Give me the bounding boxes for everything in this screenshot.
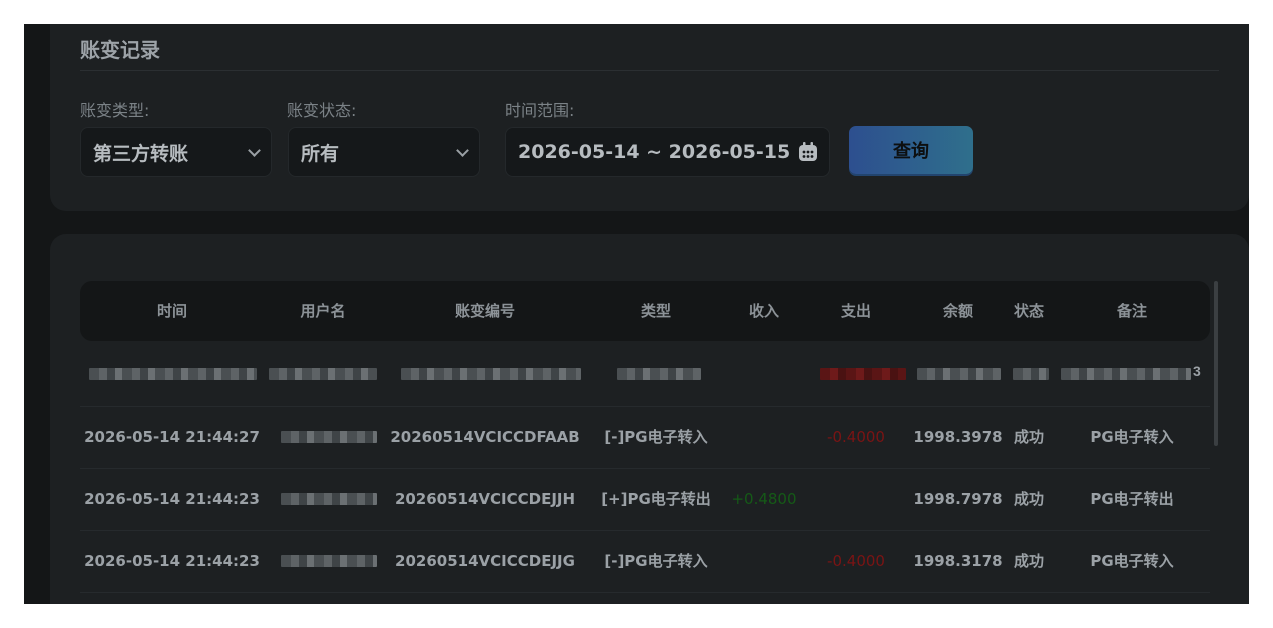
cell-note: PG电子转出 (1090, 490, 1174, 508)
cell-id: 20260514VCICCDFAAB (390, 428, 580, 446)
type-select[interactable]: 第三方转账 (80, 127, 272, 177)
redacted-time (89, 368, 257, 380)
status-select[interactable]: 所有 (288, 127, 480, 177)
redacted-id (401, 368, 581, 380)
cell-type: [+]PG电子转出 (601, 490, 711, 508)
status-select-value: 所有 (301, 142, 340, 165)
header-time: 时间 (156, 302, 188, 320)
cell-balance: 1998.3178 (913, 552, 1003, 570)
query-button[interactable]: 查询 (849, 126, 973, 174)
cell-time: 2026-05-14 21:44:23 (84, 552, 260, 570)
redacted-expense (820, 368, 906, 380)
filter-panel: 账变记录 账变类型: 第三方转账 账变状态: 所有 时间范围: 2026-05-… (50, 24, 1249, 211)
table-panel: 时间 用户名 账变编号 类型 收入 支出 余额 状态 备注 3 2026-05-… (50, 234, 1249, 604)
redacted-username (281, 431, 377, 443)
redacted-username (281, 493, 377, 505)
cell-expense: -0.4000 (827, 552, 885, 570)
cell-status: 成功 (1013, 428, 1045, 446)
cell-id: 20260514VCICCDEJJG (395, 552, 575, 570)
header-id: 账变编号 (454, 302, 516, 320)
table-row[interactable]: 2026-05-14 21:44:23 20260514VCICCDEJJH [… (80, 468, 1210, 531)
type-label: 账变类型: (80, 101, 150, 120)
redacted-username (269, 368, 377, 380)
app-frame: 账变记录 账变类型: 第三方转账 账变状态: 所有 时间范围: 2026-05-… (24, 24, 1249, 604)
chevron-down-icon (248, 144, 261, 157)
cell-id: 20260514VCICCDEJJH (394, 490, 576, 508)
cell-note: PG电子转入 (1090, 428, 1174, 446)
cell-expense: -0.4000 (827, 428, 885, 446)
status-label: 账变状态: (287, 101, 357, 120)
header-balance: 余额 (942, 302, 974, 320)
redacted-username (281, 555, 377, 567)
cell-status: 成功 (1013, 552, 1045, 570)
date-range-value: 2026-05-14 ~ 2026-05-15 (518, 141, 791, 163)
type-select-value: 第三方转账 (93, 142, 189, 165)
cell-note: PG电子转入 (1090, 552, 1174, 570)
header-username: 用户名 (300, 302, 346, 320)
cell-time: 2026-05-14 21:44:27 (84, 428, 260, 446)
cell-type: [-]PG电子转入 (604, 552, 708, 570)
redacted-status (1013, 368, 1049, 380)
cell-time: 2026-05-14 21:44:23 (84, 490, 260, 508)
header-type: 类型 (640, 302, 672, 320)
redacted-trailing-char: 3 (1193, 363, 1201, 379)
header-expense: 支出 (840, 302, 872, 320)
table-row[interactable]: 2026-05-14 21:44:23 20260514VCICCDEJJG [… (80, 530, 1210, 593)
cell-status: 成功 (1013, 490, 1045, 508)
date-range-input[interactable]: 2026-05-14 ~ 2026-05-15 (505, 127, 830, 177)
redacted-type (617, 368, 701, 380)
scrollbar[interactable] (1214, 281, 1218, 446)
redacted-balance (917, 368, 1001, 380)
cell-balance: 1998.3978 (913, 428, 1003, 446)
range-label: 时间范围: (505, 101, 575, 120)
table-row[interactable]: 3 (80, 344, 1210, 407)
cell-type: [-]PG电子转入 (604, 428, 708, 446)
cell-balance: 1998.7978 (913, 490, 1003, 508)
cell-income: +0.4800 (731, 490, 797, 508)
divider (80, 70, 1219, 71)
chevron-down-icon (456, 144, 469, 157)
page-title: 账变记录 (80, 38, 160, 62)
redacted-note (1061, 368, 1191, 380)
table-header: 时间 用户名 账变编号 类型 收入 支出 余额 状态 备注 (80, 281, 1210, 341)
calendar-icon[interactable] (797, 141, 819, 163)
header-note: 备注 (1116, 302, 1148, 320)
header-status: 状态 (1013, 302, 1045, 320)
header-income: 收入 (748, 302, 780, 320)
table-row[interactable]: 2026-05-14 21:44:27 20260514VCICCDFAAB [… (80, 406, 1210, 469)
